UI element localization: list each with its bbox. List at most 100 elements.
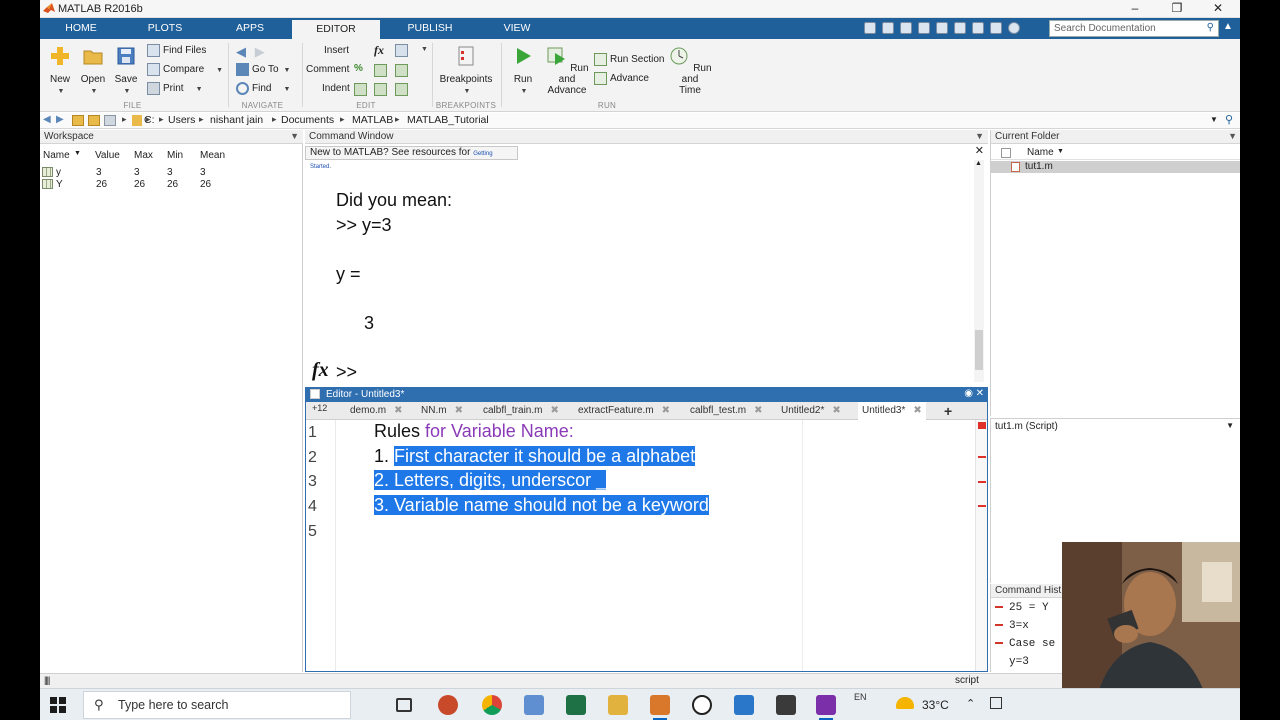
insert-label[interactable]: Insert [324,45,349,56]
code-line-4[interactable]: 3. Variable name should not be a keyword [374,495,709,516]
editor-tab-untitled3[interactable]: Untitled3* ✖ [858,402,926,420]
insert-function-icon[interactable]: fx [374,43,384,58]
folder-name-column[interactable]: Name [1027,147,1054,158]
run-and-time-button[interactable]: Run and Time [668,45,712,96]
new-tab-button[interactable]: + [944,402,952,420]
editor-tab-untitled2[interactable]: Untitled2* ✖ [781,402,841,420]
run-and-advance-button[interactable]: Run and Advance [543,45,591,96]
tab-editor[interactable]: EDITOR [292,18,380,39]
breadcrumb-drive[interactable]: C: [144,114,155,126]
app-window-icon[interactable] [524,695,544,715]
network-icon[interactable] [990,697,1002,709]
column-value[interactable]: Value [95,150,120,161]
editor-actions-icon[interactable]: ◉ [964,388,973,399]
warning-marker[interactable] [978,505,986,507]
search-icon[interactable]: ⚲ [1207,22,1214,33]
insert-section-icon[interactable] [395,44,408,57]
address-dropdown-icon[interactable]: ▼ [1210,115,1218,124]
folder-search-icon[interactable]: ⚲ [1225,113,1233,126]
new-button[interactable]: New ▼ [46,45,74,96]
help-icon[interactable] [1008,22,1020,34]
close-tab-icon[interactable]: ✖ [394,405,402,416]
scroll-up-icon[interactable]: ▲ [975,160,982,167]
run-section-button[interactable]: Run Section [594,53,664,66]
column-max[interactable]: Max [134,150,153,161]
language-indicator[interactable]: EN [854,692,867,702]
advance-button[interactable]: Advance [594,72,649,85]
close-tab-icon[interactable]: ✖ [662,405,670,416]
list-item[interactable]: Case se [995,638,1055,650]
tab-plots[interactable]: PLOTS [130,18,200,39]
column-min[interactable]: Min [167,150,183,161]
quick-copy-icon[interactable] [900,22,912,34]
obs-icon[interactable] [692,695,712,715]
excel-icon[interactable] [566,695,586,715]
quick-cut-icon[interactable] [882,22,894,34]
chrome-icon[interactable] [482,695,502,715]
back-icon[interactable]: ◀ [43,114,51,125]
onenote-icon[interactable] [816,695,836,720]
panel-actions-icon[interactable]: ▼ [290,131,299,141]
tab-view[interactable]: VIEW [482,18,552,39]
warning-marker[interactable] [978,481,986,483]
matlab-taskbar-icon[interactable] [650,695,670,720]
command-window[interactable]: Command Window ▼ New to MATLAB? See reso… [305,130,988,386]
quick-redo-icon[interactable] [954,22,966,34]
find-button[interactable]: Find ▼ [236,82,290,95]
run-button[interactable]: Run ▼ [508,45,538,96]
panel-actions-icon[interactable]: ▼ [1228,131,1237,141]
smart-indent-icon[interactable] [354,83,367,96]
editor-window[interactable]: Editor - Untitled3* ◉ ✕ +12 demo.m ✖ NN.m… [305,387,988,672]
table-row[interactable]: y 3 3 3 3 [40,167,303,179]
function-browser-icon[interactable]: fx [312,359,329,382]
editor-tab-demo[interactable]: demo.m ✖ [350,402,403,420]
restore-button[interactable]: ❐ [1157,0,1197,18]
forward-arrow-icon[interactable]: ▶ [255,44,265,59]
close-window-button[interactable]: ✕ [1198,0,1238,18]
select-checkbox[interactable] [1001,148,1011,158]
list-item[interactable]: 25 = Y [995,602,1049,614]
code-line-3[interactable]: 2. Letters, digits, underscor _ [374,470,607,491]
wrap-comments-icon[interactable] [395,64,408,77]
warning-marker[interactable] [978,456,986,458]
save-button[interactable]: Save ▼ [111,45,141,96]
editor-tab-calbfl-train[interactable]: calbfl_train.m ✖ [483,402,559,420]
list-item[interactable]: y=3 [1009,656,1029,668]
windows-start-icon[interactable] [50,697,66,713]
tab-overflow-button[interactable]: +12 [312,402,327,420]
browse-folder-icon[interactable] [88,115,100,126]
weather-temperature[interactable]: 33°C [922,698,949,712]
close-tab-icon[interactable]: ✖ [754,405,762,416]
insert-dropdown-icon[interactable]: ▼ [421,46,428,53]
open-button[interactable]: Open ▼ [78,45,108,96]
compare-button[interactable]: Compare ▼ [147,63,223,76]
increase-indent-icon[interactable] [374,83,387,96]
quick-switch-windows-icon[interactable] [972,22,984,34]
folder-settings-icon[interactable] [104,115,116,126]
breadcrumb-matlab[interactable]: MATLAB [352,114,393,126]
show-hidden-icons[interactable]: ⌃ [966,697,975,710]
close-tab-icon[interactable]: ✖ [550,405,558,416]
list-item[interactable]: 3=x [995,620,1029,632]
close-banner-icon[interactable]: ✕ [975,144,984,157]
decrease-indent-icon[interactable] [395,83,408,96]
quick-undo-icon[interactable] [936,22,948,34]
command-prompt[interactable]: >> [336,362,357,383]
tab-home[interactable]: HOME [46,18,116,39]
breakpoints-button[interactable]: Breakpoints ▼ [438,45,494,96]
navigate-back-forward[interactable]: ◀ ▶ [236,44,265,60]
scrollbar-thumb[interactable] [975,330,983,370]
weather-icon[interactable] [896,697,914,709]
code-line-2[interactable]: 1. First character it should be a alphab… [374,446,696,467]
list-item[interactable]: tut1.m [991,161,1241,173]
file-explorer-icon[interactable] [608,695,628,715]
close-tab-icon[interactable]: ✖ [455,405,463,416]
powerpoint-icon[interactable] [438,695,458,715]
current-folder-address-bar[interactable]: ◀ ▶ ▸ ▸ C: ▸ Users ▸ nishant jain ▸ Docu… [40,113,1240,129]
back-arrow-icon[interactable]: ◀ [236,44,246,59]
analyzer-status-icon[interactable] [978,422,986,429]
details-toggle-icon[interactable]: ▼ [1226,421,1234,430]
quick-community-icon[interactable] [990,22,1002,34]
comment-icon[interactable]: % [354,63,363,74]
close-tab-icon[interactable]: ✖ [913,405,921,416]
